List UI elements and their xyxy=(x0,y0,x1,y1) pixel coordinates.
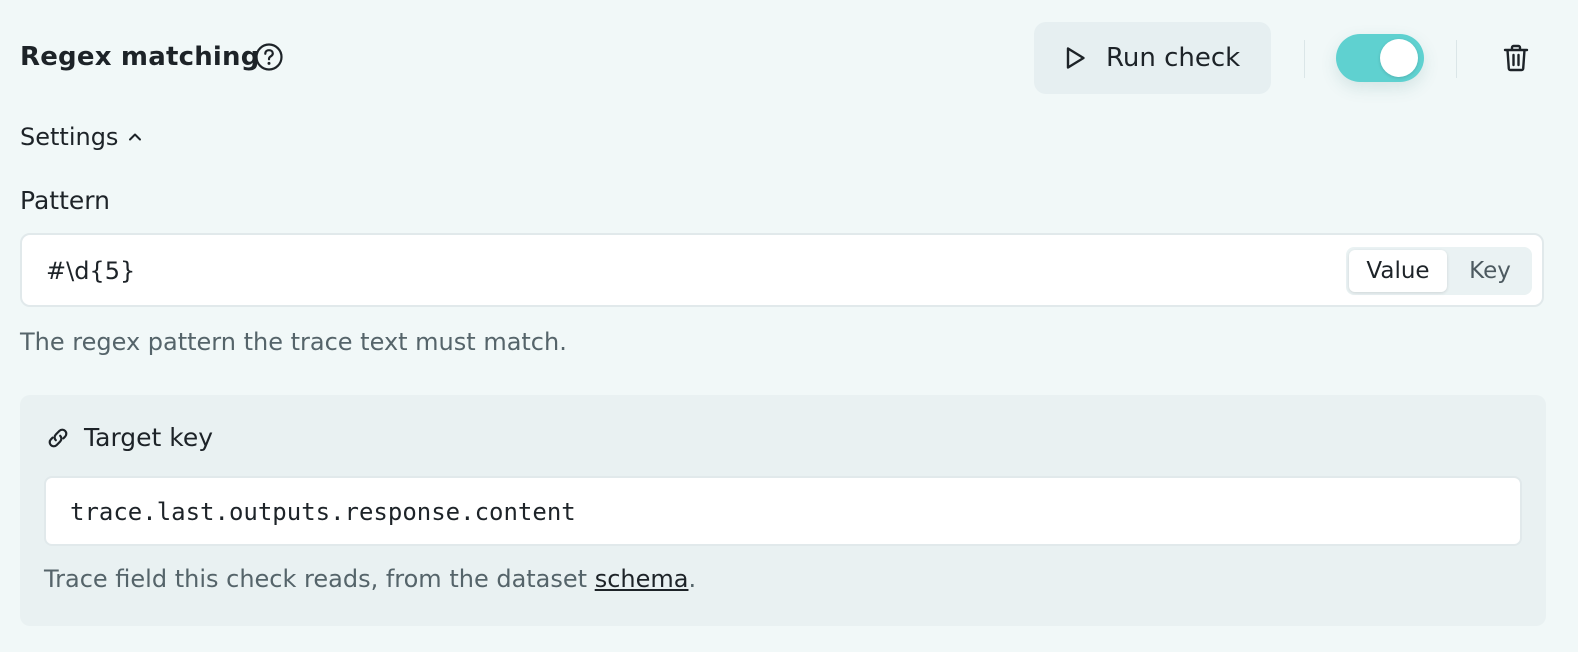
target-key-help-suffix: . xyxy=(688,565,697,593)
check-header: Regex matching Run check xyxy=(20,22,1558,94)
pattern-field: Value Key xyxy=(20,233,1544,307)
link-icon xyxy=(44,424,72,452)
target-key-header: Target key xyxy=(44,423,213,452)
divider xyxy=(1304,40,1305,78)
pattern-mode-switch: Value Key xyxy=(1346,247,1532,295)
target-key-input[interactable] xyxy=(70,492,1470,532)
run-check-label: Run check xyxy=(1106,43,1241,73)
question-circle-icon[interactable] xyxy=(254,42,284,72)
divider xyxy=(1456,40,1457,78)
target-key-help-text: Trace field this check reads, from the d… xyxy=(44,565,696,593)
target-key-field xyxy=(44,476,1522,546)
mode-value-option[interactable]: Value xyxy=(1349,250,1447,292)
pattern-label: Pattern xyxy=(20,186,110,215)
pattern-help-text: The regex pattern the trace text must ma… xyxy=(20,328,567,356)
settings-label: Settings xyxy=(20,123,119,151)
mode-key-option[interactable]: Key xyxy=(1450,250,1530,292)
run-check-button[interactable]: Run check xyxy=(1034,22,1271,94)
pattern-input[interactable] xyxy=(46,251,1296,291)
schema-link[interactable]: schema xyxy=(595,565,689,593)
target-key-help-prefix: Trace field this check reads, from the d… xyxy=(44,565,595,593)
chevron-up-icon xyxy=(126,128,144,146)
toggle-knob xyxy=(1380,39,1418,77)
target-key-label: Target key xyxy=(84,423,214,452)
play-icon xyxy=(1060,43,1090,73)
settings-toggle[interactable]: Settings xyxy=(20,120,144,154)
check-title: Regex matching xyxy=(20,42,260,72)
enabled-toggle[interactable] xyxy=(1336,34,1424,82)
target-key-card: Target key Trace field this check reads,… xyxy=(20,395,1546,626)
trash-icon[interactable] xyxy=(1500,42,1532,74)
